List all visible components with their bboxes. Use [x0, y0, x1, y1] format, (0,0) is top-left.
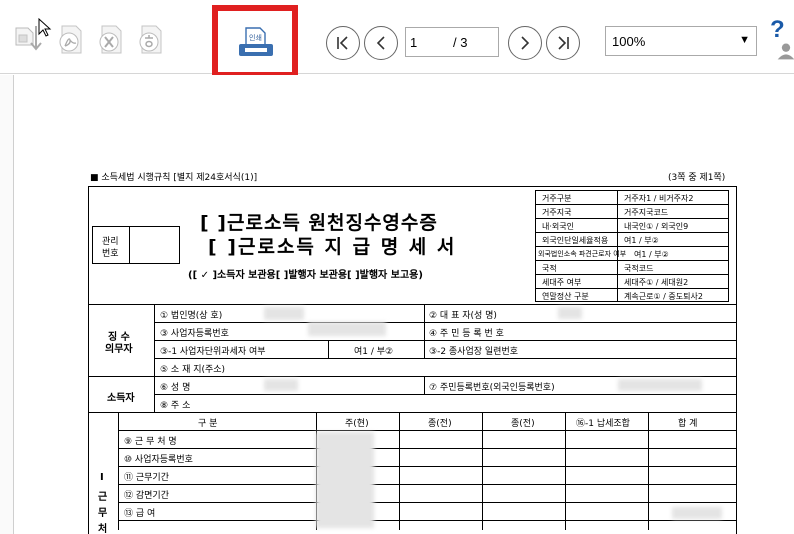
side-label: 세대주 여부 — [542, 278, 582, 287]
page-indicator: (3쪽 중 제1쪽) — [668, 173, 726, 183]
side-value: 거주지국코드 — [624, 208, 669, 217]
redacted-total-pay — [672, 507, 722, 519]
business-number-label: ③ 사업자등록번호 — [160, 329, 229, 339]
redacted-earner-id — [618, 379, 702, 391]
current-page[interactable]: 1 — [410, 35, 417, 50]
section-label: Ⅰ — [100, 472, 104, 483]
mouse-cursor-icon — [38, 17, 52, 38]
title-receipt: [ ]근로소득 원천징수영수증 — [200, 212, 438, 234]
management-number-box: 관리 번호 — [92, 226, 180, 264]
side-label: 외국법인소속 파견근로자 여부 — [538, 250, 627, 258]
work-header: ⑯-1 납세조합 — [576, 419, 630, 429]
earner-name-label: ⑥ 성 명 — [160, 383, 191, 393]
work-header: 주(현) — [345, 419, 369, 429]
last-page-icon — [558, 36, 569, 50]
hwp-export-icon[interactable] — [134, 22, 166, 58]
print-label: 인쇄 — [249, 34, 262, 42]
section-label: 근 — [98, 492, 108, 503]
last-page-button[interactable] — [546, 26, 580, 60]
chevron-right-icon — [521, 36, 530, 50]
unit-taxation-value: 여1 / 부② — [354, 347, 394, 357]
redacted-corp-name — [264, 307, 304, 320]
redacted-representative — [558, 307, 582, 319]
branch-serial-label: ③-2 종사업장 일련번호 — [429, 347, 519, 357]
side-label: 외국인단일세율적용 — [542, 236, 609, 245]
print-button[interactable]: 인쇄 — [236, 26, 276, 60]
side-value: 국적코드 — [624, 264, 654, 273]
redacted-earner-name — [264, 379, 298, 391]
side-value: 거주자1 / 비거주자2 — [624, 194, 694, 203]
help-icon: ? — [770, 16, 785, 43]
help-button[interactable]: ? — [770, 16, 794, 60]
form-reference: ■ 소득세법 시행규칙 [별지 제24호서식(1)] — [90, 173, 258, 183]
viewer-left-bar — [0, 75, 14, 534]
side-value: 여1 / 부② — [624, 236, 659, 245]
redacted-business-number — [308, 322, 386, 336]
dropdown-arrow-icon: ▼ — [739, 34, 750, 46]
payer-label-2: 의무자 — [105, 344, 133, 355]
work-row-label: ⑨ 근 무 처 명 — [124, 437, 177, 447]
copy-purpose: ([ ✓ ]소득자 보관용[ ]발행자 보관용[ ]발행자 보고용) — [188, 270, 423, 281]
work-header: 종(전) — [511, 419, 535, 429]
excel-export-icon[interactable] — [94, 22, 126, 58]
redacted-work-details — [316, 432, 374, 528]
page-number-field[interactable]: 1 / 3 — [405, 27, 499, 57]
first-page-button[interactable] — [326, 26, 360, 60]
work-row-label: ⑩ 사업자등록번호 — [124, 455, 193, 465]
work-header: 구 분 — [198, 419, 218, 429]
zoom-value: 100% — [612, 34, 646, 49]
zoom-select[interactable]: 100% ▼ — [605, 26, 757, 56]
user-icon — [777, 43, 794, 60]
section-label: 무 — [98, 508, 108, 519]
next-page-button[interactable] — [508, 26, 542, 60]
earner-address-label: ⑧ 주 소 — [160, 401, 191, 411]
work-header: 합 계 — [678, 419, 698, 429]
side-label: 거주구분 — [542, 194, 572, 203]
pdf-export-icon[interactable] — [54, 22, 86, 58]
work-row-label: ⑬ 급 여 — [124, 509, 156, 519]
corp-name-label: ① 법인명(상 호) — [160, 311, 223, 321]
representative-label: ② 대 표 자(성 명) — [429, 311, 497, 321]
viewer-toolbar: 인쇄 1 / 3 100% ▼ ? — [0, 0, 794, 78]
section-label: 처 — [98, 524, 108, 534]
mgmt-label-2: 번호 — [102, 249, 119, 259]
side-value: 계속근로① / 중도퇴사2 — [624, 292, 703, 301]
work-row-label: ⑫ 감면기간 — [124, 491, 169, 501]
total-pages: / 3 — [453, 35, 468, 50]
previous-page-button[interactable] — [364, 26, 398, 60]
side-label: 내·외국인 — [542, 222, 574, 231]
side-value: 여1 / 부② — [634, 250, 669, 259]
chevron-left-icon — [376, 36, 385, 50]
side-value: 세대주① / 세대원2 — [624, 278, 689, 287]
work-header: 종(전) — [428, 419, 452, 429]
earner-id-label: ⑦ 주민등록번호(외국인등록번호) — [429, 383, 555, 393]
resident-number-label: ④ 주 민 등 록 번 호 — [429, 329, 504, 339]
work-row-label: ⑪ 근무기간 — [124, 473, 169, 483]
title-statement: [ ]근로소득 지 급 명 세 서 — [208, 236, 457, 258]
earner-label: 소득자 — [107, 393, 135, 404]
side-label: 거주지국 — [542, 208, 572, 217]
unit-taxation-label: ③-1 사업자단위과세자 여부 — [160, 347, 266, 357]
residency-info-table: 거주구분 거주자1 / 비거주자2 거주지국 거주지국코드 내·외국인 내국인①… — [535, 190, 729, 302]
address-label: ⑤ 소 재 지(주소) — [160, 365, 226, 375]
side-label: 국적 — [542, 264, 557, 273]
side-label: 연말정산 구분 — [542, 292, 589, 301]
first-page-icon — [337, 36, 348, 50]
side-value: 내국인① / 외국인9 — [624, 222, 689, 231]
